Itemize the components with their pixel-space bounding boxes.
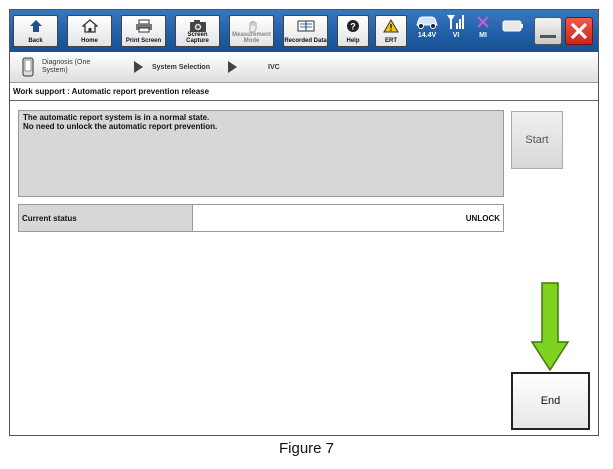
car-icon [416, 16, 438, 29]
breadcrumb: Diagnosis (One System) System Selection … [10, 52, 598, 83]
back-button[interactable]: Back [13, 15, 58, 47]
home-icon [81, 19, 98, 33]
device-icon [22, 57, 34, 77]
camera-icon [189, 20, 206, 32]
back-label: Back [28, 38, 43, 44]
screen-capture-label: Screen Capture [186, 32, 209, 44]
breadcrumb-arrow-icon [228, 61, 237, 73]
breadcrumb-system-selection-label: System Selection [152, 63, 210, 71]
recorded-data-icon [297, 20, 314, 32]
mi-text: MI [479, 32, 487, 39]
message-box: The automatic report system is in a norm… [18, 110, 504, 197]
warning-icon [383, 19, 399, 33]
minimize-button[interactable] [534, 17, 562, 45]
current-status-label: Current status [19, 205, 193, 231]
page-title: Work support : Automatic report preventi… [10, 83, 598, 101]
breadcrumb-arrow-icon [134, 61, 143, 73]
recorded-data-label: Recorded Data [284, 38, 327, 44]
voltage-text: 14.4V [417, 32, 437, 39]
measurement-mode-button[interactable]: Measurement Mode [229, 15, 274, 47]
figure-caption: Figure 7 [278, 440, 335, 457]
svg-text:?: ? [350, 22, 356, 32]
battery-icon [502, 20, 523, 32]
disconnected-x-icon [477, 16, 489, 28]
breadcrumb-diagnosis[interactable]: Diagnosis (One System) [42, 52, 110, 82]
battery-voltage-status: 14.4V [412, 14, 442, 39]
mi-status: MI [471, 14, 495, 39]
screen-capture-button[interactable]: Screen Capture [175, 15, 220, 47]
hand-icon [249, 20, 256, 33]
green-down-arrow-icon [530, 282, 570, 372]
ert-button[interactable]: ERT [375, 15, 407, 47]
back-arrow-icon [29, 20, 42, 32]
toolbar: Back Home Print Screen Screen Capture Me… [10, 10, 598, 52]
vi-status: VI [444, 14, 468, 39]
breadcrumb-ivc[interactable]: IVC [268, 52, 280, 82]
help-button[interactable]: ? Help [337, 15, 369, 47]
close-icon [570, 22, 588, 40]
end-button[interactable]: End [511, 372, 590, 430]
help-label: Help [346, 38, 360, 44]
ert-label: ERT [385, 38, 397, 44]
help-icon: ? [347, 20, 359, 32]
print-screen-label: Print Screen [125, 38, 162, 44]
current-status-value: UNLOCK [194, 205, 503, 231]
start-button[interactable]: Start [511, 111, 563, 169]
breadcrumb-ivc-label: IVC [268, 63, 280, 71]
message-line-2: No need to unlock the automatic report p… [23, 122, 218, 131]
current-status-row: Current status UNLOCK [18, 204, 504, 232]
close-button[interactable] [565, 17, 593, 45]
recorded-data-button[interactable]: Recorded Data [283, 15, 328, 47]
vi-text: VI [452, 32, 460, 39]
print-screen-button[interactable]: Print Screen [121, 15, 166, 47]
home-button[interactable]: Home [67, 15, 112, 47]
message-line-1: The automatic report system is in a norm… [23, 113, 210, 122]
measurement-mode-label: Measurement Mode [232, 32, 271, 44]
signal-icon [447, 15, 464, 29]
breadcrumb-system-selection[interactable]: System Selection [152, 52, 210, 82]
printer-icon [135, 19, 152, 33]
breadcrumb-diagnosis-label: Diagnosis (One System) [42, 59, 91, 74]
app-window: Back Home Print Screen Screen Capture Me… [9, 9, 599, 436]
home-label: Home [81, 38, 98, 44]
